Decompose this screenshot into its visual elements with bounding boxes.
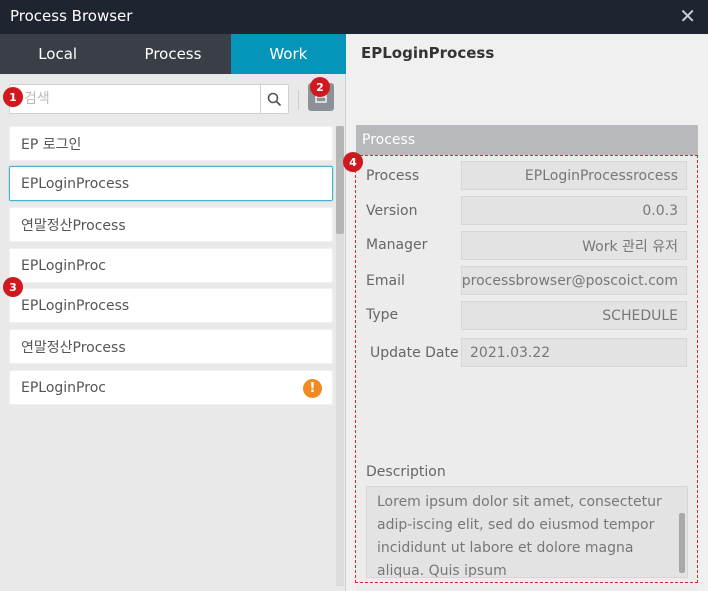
annotation-badge-2: 2 xyxy=(310,77,330,97)
list-item-label: 연말정산Process xyxy=(21,339,126,356)
warning-icon: ! xyxy=(303,379,322,398)
field-value-process: EPLoginProcessrocess xyxy=(461,161,687,190)
section-header: Process xyxy=(356,125,698,155)
list-scrollbar[interactable] xyxy=(336,126,344,586)
tab-local[interactable]: Local xyxy=(0,34,115,74)
field-label-process: Process xyxy=(366,168,420,184)
list-scrollbar-thumb[interactable] xyxy=(336,126,344,234)
window-title: Process Browser xyxy=(10,7,133,25)
field-label-manager: Manager xyxy=(366,237,428,253)
field-value-type: SCHEDULE xyxy=(461,301,687,330)
list-item[interactable]: EP 로그인 xyxy=(9,126,333,161)
tab-process[interactable]: Process xyxy=(115,34,230,74)
list-item[interactable]: EPLoginProc xyxy=(9,248,333,283)
list-item[interactable]: 연말정산Process xyxy=(9,207,333,242)
field-label-email: Email xyxy=(366,273,405,289)
search-box xyxy=(9,84,289,114)
annotation-badge-3: 3 xyxy=(3,277,23,297)
search-icon xyxy=(267,92,282,106)
list-item-label: EPLoginProc xyxy=(21,257,106,274)
field-value-update-date: 2021.03.22 xyxy=(461,338,687,367)
list-item-label: EPLoginProcess xyxy=(21,175,130,192)
list-item[interactable]: EPLoginProcess xyxy=(9,288,333,323)
annotation-badge-1: 1 xyxy=(3,87,23,107)
description-scrollbar[interactable] xyxy=(679,487,685,577)
list-item-label: EPLoginProcess xyxy=(21,297,130,314)
detail-title: EPLoginProcess xyxy=(361,44,495,62)
search-input[interactable] xyxy=(10,85,260,113)
close-icon[interactable]: ✕ xyxy=(679,5,696,27)
field-label-update-date: Update Date xyxy=(370,345,459,361)
description-label: Description xyxy=(366,464,446,480)
field-value-manager: Work 관리 유저 xyxy=(461,231,687,260)
tab-bar: Local Process Work xyxy=(0,34,346,74)
search-button[interactable] xyxy=(260,85,288,113)
description-field[interactable]: Lorem ipsum dolor sit amet, consectetur … xyxy=(366,486,688,578)
field-value-email: processbrowser@poscoict.com xyxy=(461,266,687,295)
list-item-label: EP 로그인 xyxy=(21,136,82,153)
list-item[interactable]: EPLoginProcess xyxy=(9,166,333,201)
field-label-type: Type xyxy=(366,307,399,323)
description-text: Lorem ipsum dolor sit amet, consectetur … xyxy=(377,494,662,578)
list-item-label: 연말정산Process xyxy=(21,217,126,234)
description-scrollbar-thumb[interactable] xyxy=(679,513,685,573)
detail-panel: EPLoginProcess Process Process EPLoginPr… xyxy=(347,34,708,591)
list-item[interactable]: EPLoginProc ! xyxy=(9,370,333,405)
title-bar: Process Browser ✕ xyxy=(0,0,708,34)
field-value-version: 0.0.3 xyxy=(461,196,687,225)
toolbar-divider xyxy=(298,90,299,110)
tab-work[interactable]: Work xyxy=(230,34,346,74)
list-item[interactable]: 연말정산Process xyxy=(9,329,333,364)
list-item-label: EPLoginProc xyxy=(21,379,106,396)
left-panel: Local Process Work EP 로그인 EPLoginProcess… xyxy=(0,34,346,591)
annotation-badge-4: 4 xyxy=(343,152,363,172)
field-label-version: Version xyxy=(366,203,418,219)
detail-form: Process EPLoginProcessrocess Version 0.0… xyxy=(356,155,698,591)
